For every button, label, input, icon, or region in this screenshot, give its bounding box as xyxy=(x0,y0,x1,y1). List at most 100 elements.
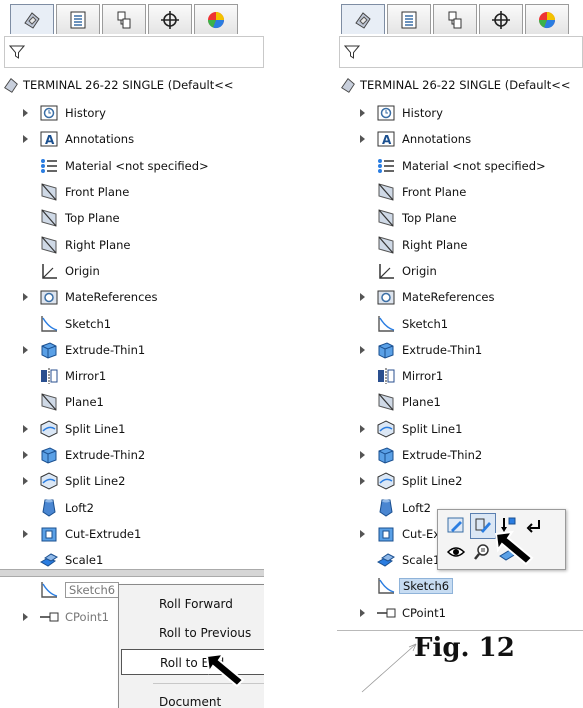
tree-item-sketch1[interactable]: Sketch1 xyxy=(0,310,264,336)
plane-icon xyxy=(376,208,396,228)
tree-item-extrude-thin1[interactable]: Extrude-Thin1 xyxy=(0,337,264,363)
tree-item-origin[interactable]: Origin xyxy=(337,258,583,284)
tree-item-label: Origin xyxy=(65,263,100,278)
rollback-bar[interactable] xyxy=(0,569,264,578)
tree-item-matereferences[interactable]: MateReferences xyxy=(0,284,264,310)
property-manager-tab[interactable] xyxy=(56,4,100,34)
callout-arrow xyxy=(361,643,417,693)
configuration-manager-tab[interactable] xyxy=(102,4,146,34)
expand-arrow-icon[interactable] xyxy=(360,529,365,538)
feature-manager-tab[interactable] xyxy=(10,4,54,34)
expand-arrow-icon[interactable] xyxy=(23,424,28,433)
tree-item-mirror1[interactable]: Mirror1 xyxy=(0,363,264,389)
extrude-icon xyxy=(376,445,396,465)
tree-item-label: Mirror1 xyxy=(402,369,444,384)
tree-item-label: Top Plane xyxy=(65,211,120,226)
expand-arrow-icon[interactable] xyxy=(23,477,28,486)
split-line-icon xyxy=(39,471,59,491)
expand-arrow-icon[interactable] xyxy=(360,109,365,118)
expand-arrow-icon[interactable] xyxy=(360,608,365,617)
feature-manager-tab[interactable] xyxy=(341,4,385,34)
display-manager-tab[interactable] xyxy=(525,4,569,34)
expand-arrow-icon[interactable] xyxy=(23,451,28,459)
tree-item-cpoint1[interactable]: CPoint1 xyxy=(337,600,583,626)
tree-item-front-plane[interactable]: Front Plane xyxy=(0,179,264,205)
tree-item-history[interactable]: History xyxy=(337,100,583,126)
property-manager-tab[interactable] xyxy=(387,4,431,34)
tree-item-annotations[interactable]: A Annotations xyxy=(0,126,264,152)
expand-arrow-icon[interactable] xyxy=(360,135,365,144)
plane-icon xyxy=(39,208,59,228)
tree-item-label: Plane1 xyxy=(65,395,104,410)
tree-item-matereferences[interactable]: MateReferences xyxy=(337,284,583,310)
menu-document-properties[interactable]: Document Properties... xyxy=(119,689,264,708)
tree-item-origin[interactable]: Origin xyxy=(0,258,264,284)
tree-item-split-line1[interactable]: Split Line1 xyxy=(337,416,583,442)
origin-icon xyxy=(39,261,59,281)
tree-item-top-plane[interactable]: Top Plane xyxy=(337,205,583,231)
tree-item-front-plane[interactable]: Front Plane xyxy=(337,179,583,205)
tree-item-extrude-thin2[interactable]: Extrude-Thin2 xyxy=(0,442,264,468)
tree-item-extrude-thin2[interactable]: Extrude-Thin2 xyxy=(337,442,583,468)
sketch-icon xyxy=(376,314,396,334)
edit-sketch-icon xyxy=(475,518,491,533)
part-root-label: TERMINAL 26-22 SINGLE (Default<< xyxy=(360,78,571,92)
tree-item-material-not-specified[interactable]: Material <not specified> xyxy=(0,153,264,179)
expand-arrow-icon[interactable] xyxy=(23,529,28,538)
tree-item-label: Top Plane xyxy=(402,211,457,226)
tree-item-material-not-specified[interactable]: Material <not specified> xyxy=(337,153,583,179)
expand-arrow-icon[interactable] xyxy=(360,345,365,354)
menu-roll-forward[interactable]: Roll Forward xyxy=(119,591,264,617)
tree-item-top-plane[interactable]: Top Plane xyxy=(0,205,264,231)
tree-filter-bar[interactable] xyxy=(339,36,583,68)
tree-item-label: Annotations xyxy=(402,132,472,147)
crosshair-icon xyxy=(492,10,510,29)
tree-item-label: Right Plane xyxy=(402,237,468,252)
expand-arrow-icon[interactable] xyxy=(23,135,28,144)
tree-item-cut-extrude1[interactable]: Cut-Extrude1 xyxy=(0,521,264,547)
tree-item-mirror1[interactable]: Mirror1 xyxy=(337,363,583,389)
tree-item-split-line2[interactable]: Split Line2 xyxy=(0,468,264,494)
tree-item-extrude-thin1[interactable]: Extrude-Thin1 xyxy=(337,337,583,363)
tree-item-label: MateReferences xyxy=(402,290,495,305)
tree-item-loft2[interactable]: Loft2 xyxy=(0,494,264,520)
edit-feature-button[interactable] xyxy=(444,513,468,537)
tree-item-split-line2[interactable]: Split Line2 xyxy=(337,468,583,494)
dimxpert-manager-tab[interactable] xyxy=(479,4,523,34)
tree-item-sketch6[interactable]: Sketch6 xyxy=(337,573,583,599)
expand-arrow-icon[interactable] xyxy=(360,477,365,486)
expand-arrow-icon[interactable] xyxy=(360,451,365,459)
tree-item-right-plane[interactable]: Right Plane xyxy=(337,231,583,257)
tree-item-plane1[interactable]: Plane1 xyxy=(0,389,264,415)
zoom-to-selection-button[interactable] xyxy=(470,540,494,564)
tree-item-history[interactable]: History xyxy=(0,100,264,126)
tree-item-label: Split Line1 xyxy=(402,421,463,436)
menu-roll-to-previous[interactable]: Roll to Previous xyxy=(119,620,264,646)
left-feature-tree-panel: TERMINAL 26-22 SINGLE (Default<< History… xyxy=(0,0,264,708)
tree-item-plane1[interactable]: Plane1 xyxy=(337,389,583,415)
history-icon xyxy=(39,103,59,123)
tree-item-split-line1[interactable]: Split Line1 xyxy=(0,416,264,442)
part-root[interactable]: TERMINAL 26-22 SINGLE (Default<< xyxy=(339,75,571,95)
display-manager-icon xyxy=(538,11,556,28)
expand-arrow-icon[interactable] xyxy=(360,293,365,302)
tree-item-label: Plane1 xyxy=(402,395,441,410)
expand-arrow-icon[interactable] xyxy=(23,293,28,302)
tree-item-sketch1[interactable]: Sketch1 xyxy=(337,310,583,336)
part-root[interactable]: TERMINAL 26-22 SINGLE (Default<< xyxy=(2,75,234,95)
tree-item-label: Sketch6 xyxy=(399,578,454,595)
tree-item-annotations[interactable]: A Annotations xyxy=(337,126,583,152)
expand-arrow-icon[interactable] xyxy=(23,345,28,354)
dimxpert-manager-tab[interactable] xyxy=(148,4,192,34)
configuration-manager-tab[interactable] xyxy=(433,4,477,34)
expand-arrow-icon[interactable] xyxy=(23,612,28,621)
mate-refs-icon xyxy=(376,287,396,307)
show-hide-button[interactable] xyxy=(444,540,468,564)
tree-item-label: Loft2 xyxy=(402,500,431,515)
tree-item-label: CPoint1 xyxy=(65,609,109,624)
tree-item-right-plane[interactable]: Right Plane xyxy=(0,231,264,257)
display-manager-tab[interactable] xyxy=(194,4,238,34)
tree-filter-bar[interactable] xyxy=(4,36,264,68)
expand-arrow-icon[interactable] xyxy=(23,109,28,118)
expand-arrow-icon[interactable] xyxy=(360,424,365,433)
